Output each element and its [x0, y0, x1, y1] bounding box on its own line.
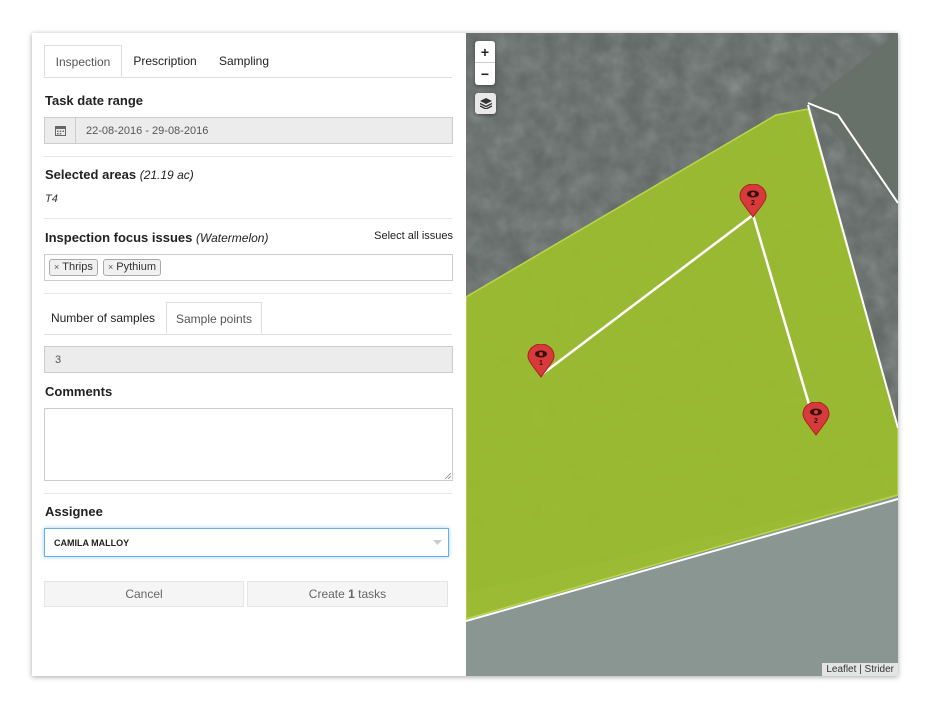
focus-issues-crop: (Watermelon): [196, 231, 269, 245]
zoom-out-button[interactable]: −: [475, 63, 495, 85]
tab-sample-points[interactable]: Sample points: [166, 302, 262, 334]
tag-label: Thrips: [62, 261, 93, 273]
attribution-separator: |: [856, 664, 865, 675]
select-all-issues-link[interactable]: Select all issues: [374, 230, 453, 242]
chevron-down-icon: [433, 540, 442, 545]
marker-label: 2: [751, 200, 755, 207]
selected-areas-size: (21.19 ac): [139, 168, 194, 182]
sample-point-marker[interactable]: 2: [739, 183, 767, 218]
resize-handle-icon[interactable]: [444, 472, 451, 479]
assignee-value: CAMILA MALLOY: [54, 538, 130, 548]
sample-point-marker[interactable]: 1: [527, 343, 555, 378]
tag-label: Pythium: [116, 261, 157, 273]
selected-areas-label: Selected areas (21.19 ac): [45, 167, 194, 182]
divider: [44, 493, 452, 494]
create-tasks-button[interactable]: Create 1 tasks: [247, 581, 448, 607]
focus-issues-title: Inspection focus issues: [45, 230, 193, 245]
divider: [44, 218, 452, 219]
marker-label: 2: [814, 418, 818, 425]
comments-textarea[interactable]: [44, 408, 453, 481]
main-tabs: Inspection Prescription Sampling: [44, 33, 452, 78]
focus-issues-label: Inspection focus issues (Watermelon): [45, 230, 268, 245]
remove-tag-icon[interactable]: ×: [54, 262, 59, 272]
tab-number-of-samples[interactable]: Number of samples: [44, 302, 162, 334]
app-window: Inspection Prescription Sampling Task da…: [32, 33, 898, 676]
tab-prescription[interactable]: Prescription: [124, 45, 206, 77]
tag-pythium: × Pythium: [103, 259, 162, 276]
map-view[interactable]: 2 1 2 + − Leaflet | Strider: [466, 33, 898, 676]
comments-label: Comments: [45, 384, 113, 399]
assignee-label: Assignee: [45, 504, 103, 519]
focus-issues-input[interactable]: × Thrips × Pythium: [44, 254, 453, 281]
zoom-in-button[interactable]: +: [475, 41, 495, 63]
sample-tabs: Number of samples Sample points: [44, 290, 452, 335]
create-tasks-count: 1: [348, 587, 355, 601]
samples-value: 3: [55, 354, 62, 366]
cancel-button[interactable]: Cancel: [44, 581, 244, 607]
divider: [44, 156, 452, 157]
date-range-value: 22-08-2016 - 29-08-2016: [86, 125, 209, 137]
task-form-panel: Inspection Prescription Sampling Task da…: [32, 33, 466, 676]
create-tasks-suffix: tasks: [354, 587, 387, 601]
tab-sampling[interactable]: Sampling: [210, 45, 278, 77]
selected-area-value: T4: [45, 193, 58, 205]
strider-link[interactable]: Strider: [865, 664, 894, 675]
calendar-icon[interactable]: [45, 118, 76, 143]
layers-button[interactable]: [475, 93, 496, 114]
remove-tag-icon[interactable]: ×: [108, 262, 113, 272]
marker-label: 1: [539, 360, 543, 367]
create-tasks-prefix: Create: [308, 587, 349, 601]
task-date-range-label: Task date range: [45, 93, 144, 108]
tag-thrips: × Thrips: [49, 259, 98, 276]
zoom-control: + −: [475, 41, 495, 85]
assignee-select[interactable]: CAMILA MALLOY: [44, 528, 449, 557]
layers-icon: [479, 98, 492, 109]
samples-input[interactable]: 3: [44, 346, 453, 373]
date-range-input[interactable]: 22-08-2016 - 29-08-2016: [44, 117, 453, 144]
leaflet-link[interactable]: Leaflet: [826, 664, 856, 675]
tab-inspection[interactable]: Inspection: [44, 45, 122, 77]
selected-areas-title: Selected areas: [45, 167, 137, 182]
map-attribution: Leaflet | Strider: [822, 663, 898, 676]
sample-point-marker[interactable]: 2: [802, 401, 830, 436]
